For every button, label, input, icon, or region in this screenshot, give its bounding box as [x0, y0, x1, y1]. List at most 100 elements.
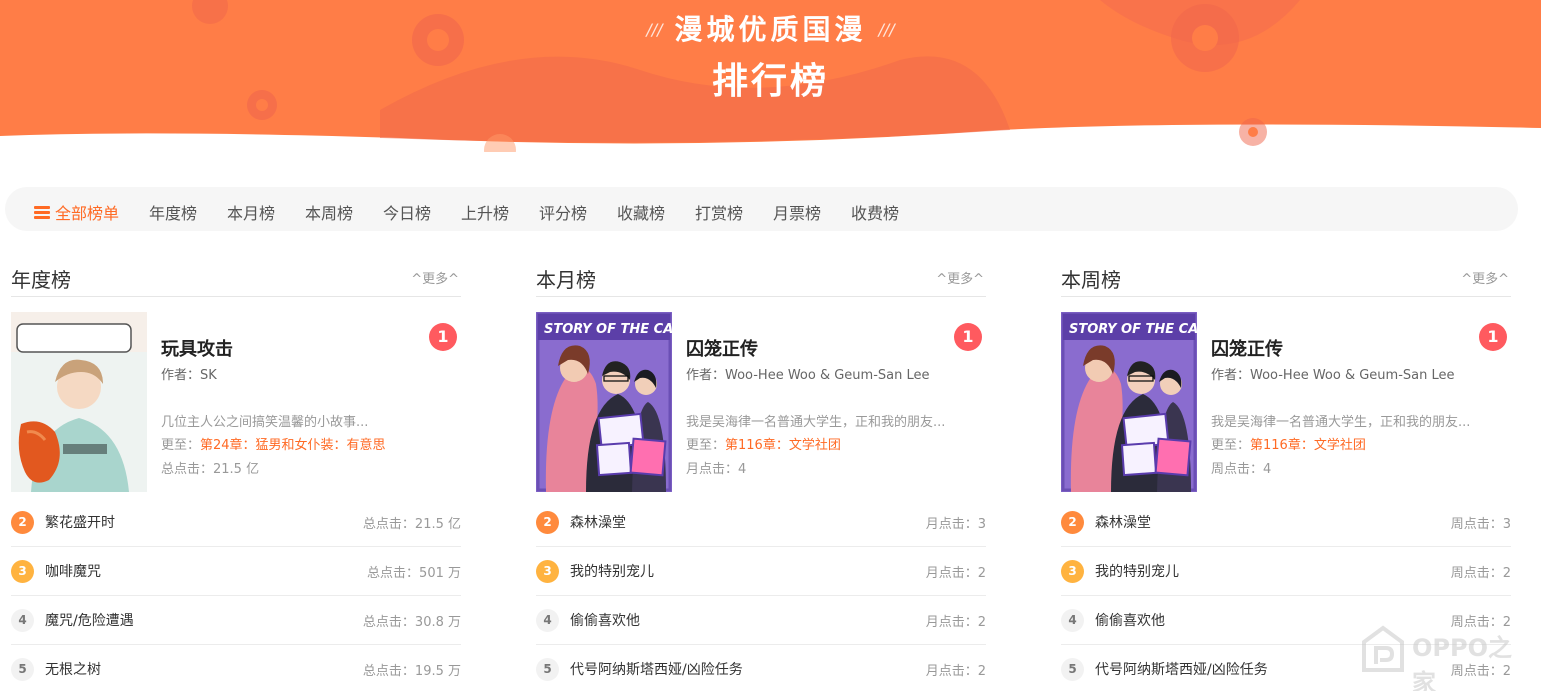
comic-name[interactable]: 咖啡魔咒: [45, 561, 101, 581]
tab-all-lists[interactable]: 全部榜单: [34, 200, 119, 224]
comic-description: 我是吴海律一名普通大学生，正和我的朋友...: [1211, 415, 1471, 430]
click-count: 总点击：21.5 亿: [362, 517, 461, 532]
comic-name[interactable]: 无根之树: [45, 659, 101, 679]
watermark-text: OPPO之家: [1412, 634, 1512, 691]
click-count: 月点击：2: [925, 615, 986, 630]
cover-art-toy-attack: [11, 312, 147, 492]
top-ranked-item[interactable]: 玩具攻击 作者：SK 几位主人公之间搞笑温馨的小故事... 更至：第24章：猛男…: [11, 312, 461, 492]
comic-name[interactable]: 代号阿纳斯塔西娅/凶险任务: [1095, 659, 1268, 679]
comic-cover[interactable]: STORY OF THE CAGE: [1061, 312, 1197, 492]
top-ranked-item[interactable]: STORY OF THE CAGE 囚笼正传 作者：Woo-Hee Woo & …: [536, 312, 986, 492]
comic-update: 更至：第116章：文学社团: [1211, 434, 1366, 453]
comic-update: 更至：第24章：猛男和女仆装：有意思: [161, 434, 386, 453]
comic-name[interactable]: 繁花盛开时: [45, 512, 115, 532]
cover-title-text: STORY OF THE CAGE: [1069, 322, 1197, 337]
list-item[interactable]: 3 咖啡魔咒 总点击：501 万: [11, 547, 461, 596]
comic-name[interactable]: 我的特别宠儿: [1095, 561, 1179, 581]
column-header: 本周榜 ^更多^: [1061, 262, 1511, 297]
rank-number: 5: [1061, 658, 1084, 681]
latest-chapter-link[interactable]: 第24章：猛男和女仆装：有意思: [200, 438, 386, 453]
comic-clicks: 总点击：21.5 亿: [161, 462, 260, 477]
comic-name[interactable]: 森林澡堂: [570, 512, 626, 532]
comic-title[interactable]: 囚笼正传: [686, 335, 758, 361]
list-item[interactable]: 3 我的特别宠儿 周点击：2: [1061, 547, 1511, 596]
tab-rewards[interactable]: 打赏榜: [695, 200, 743, 224]
ranking-column-monthly: 本月榜 ^更多^ STORY OF THE CAGE: [536, 262, 986, 691]
tab-weekly[interactable]: 本周榜: [305, 200, 353, 224]
click-count: 月点击：2: [925, 566, 986, 581]
comic-clicks: 月点击：4: [686, 462, 747, 477]
comic-title[interactable]: 囚笼正传: [1211, 335, 1283, 361]
rank-number: 3: [1061, 560, 1084, 583]
comic-author: 作者：Woo-Hee Woo & Geum-San Lee: [686, 368, 930, 383]
column-header: 年度榜 ^更多^: [11, 262, 461, 297]
tab-yearly[interactable]: 年度榜: [149, 200, 197, 224]
tab-daily[interactable]: 今日榜: [383, 200, 431, 224]
comic-update: 更至：第116章：文学社团: [686, 434, 841, 453]
list-item[interactable]: 2 森林澡堂 周点击：3: [1061, 498, 1511, 547]
rank-number: 5: [11, 658, 34, 681]
more-link[interactable]: ^更多^: [411, 268, 459, 287]
latest-chapter-link[interactable]: 第116章：文学社团: [725, 438, 841, 453]
tab-monthly-ticket[interactable]: 月票榜: [773, 200, 821, 224]
comic-name[interactable]: 偷偷喜欢他: [1095, 610, 1165, 630]
cover-art-story-of-the-cage: STORY OF THE CAGE: [536, 312, 672, 492]
rank-number: 3: [536, 560, 559, 583]
comic-name[interactable]: 魔咒/危险遭遇: [45, 610, 134, 630]
comic-clicks: 周点击：4: [1211, 462, 1272, 477]
list-item[interactable]: 5 无根之树 总点击：19.5 万: [11, 645, 461, 691]
update-label: 更至：: [1211, 438, 1251, 453]
latest-chapter-link[interactable]: 第116章：文学社团: [1250, 438, 1366, 453]
rank-number: 4: [536, 609, 559, 632]
column-title: 本周榜: [1061, 268, 1121, 292]
rank-number: 4: [11, 609, 34, 632]
click-count: 周点击：2: [1450, 566, 1511, 581]
list-item[interactable]: 4 偷偷喜欢他 月点击：2: [536, 596, 986, 645]
comic-name[interactable]: 我的特别宠儿: [570, 561, 654, 581]
list-item[interactable]: 3 我的特别宠儿 月点击：2: [536, 547, 986, 596]
comic-cover[interactable]: [11, 312, 147, 492]
more-link[interactable]: ^更多^: [1461, 268, 1509, 287]
rank-number: 4: [1061, 609, 1084, 632]
watermark: OPPO之家: [1360, 624, 1530, 691]
click-count: 月点击：2: [925, 664, 986, 679]
tab-paid[interactable]: 收费榜: [851, 200, 899, 224]
ranking-column-yearly: 年度榜 ^更多^ 玩具攻击 作者：SK 几位主人公之间搞笑温馨的小故事... 更…: [11, 262, 461, 691]
click-count: 总点击：30.8 万: [362, 615, 461, 630]
comic-author: 作者：Woo-Hee Woo & Geum-San Lee: [1211, 368, 1455, 383]
comic-author: 作者：SK: [161, 368, 217, 383]
tab-rating[interactable]: 评分榜: [539, 200, 587, 224]
update-label: 更至：: [686, 438, 726, 453]
tab-favorites[interactable]: 收藏榜: [617, 200, 665, 224]
list-icon: [34, 206, 50, 220]
comic-title[interactable]: 玩具攻击: [161, 335, 233, 361]
cover-title-text: STORY OF THE CAGE: [544, 322, 672, 337]
comic-description: 我是吴海律一名普通大学生，正和我的朋友...: [686, 415, 946, 430]
list-item[interactable]: 5 代号阿纳斯塔西娅/凶险任务 月点击：2: [536, 645, 986, 691]
comic-name[interactable]: 森林澡堂: [1095, 512, 1151, 532]
rank-badge: 1: [429, 323, 457, 351]
rank-number: 2: [536, 511, 559, 534]
list-item[interactable]: 2 繁花盛开时 总点击：21.5 亿: [11, 498, 461, 547]
banner-subtitle: /// 漫城优质国漫 ///: [0, 8, 1541, 48]
page-title: 排行榜: [711, 61, 829, 102]
more-link[interactable]: ^更多^: [936, 268, 984, 287]
column-title: 年度榜: [11, 268, 71, 292]
click-count: 月点击：3: [925, 517, 986, 532]
tab-monthly[interactable]: 本月榜: [227, 200, 275, 224]
list-item[interactable]: 4 魔咒/危险遭遇 总点击：30.8 万: [11, 596, 461, 645]
click-count: 周点击：3: [1450, 517, 1511, 532]
comic-name[interactable]: 代号阿纳斯塔西娅/凶险任务: [570, 659, 743, 679]
rank-number: 5: [536, 658, 559, 681]
banner-subtitle-text: 漫城优质国漫: [674, 13, 867, 46]
ranking-tabbar: 全部榜单 年度榜 本月榜 本周榜 今日榜 上升榜 评分榜 收藏榜 打赏榜 月票榜…: [5, 187, 1518, 231]
click-count: 总点击：501 万: [367, 566, 461, 581]
comic-name[interactable]: 偷偷喜欢他: [570, 610, 640, 630]
top-ranked-item[interactable]: STORY OF THE CAGE 囚笼正传 作者：Woo-Hee Woo & …: [1061, 312, 1511, 492]
comic-description: 几位主人公之间搞笑温馨的小故事...: [161, 415, 369, 430]
update-label: 更至：: [161, 438, 201, 453]
list-item[interactable]: 2 森林澡堂 月点击：3: [536, 498, 986, 547]
tab-rising[interactable]: 上升榜: [461, 200, 509, 224]
comic-cover[interactable]: STORY OF THE CAGE: [536, 312, 672, 492]
rank-number: 3: [11, 560, 34, 583]
